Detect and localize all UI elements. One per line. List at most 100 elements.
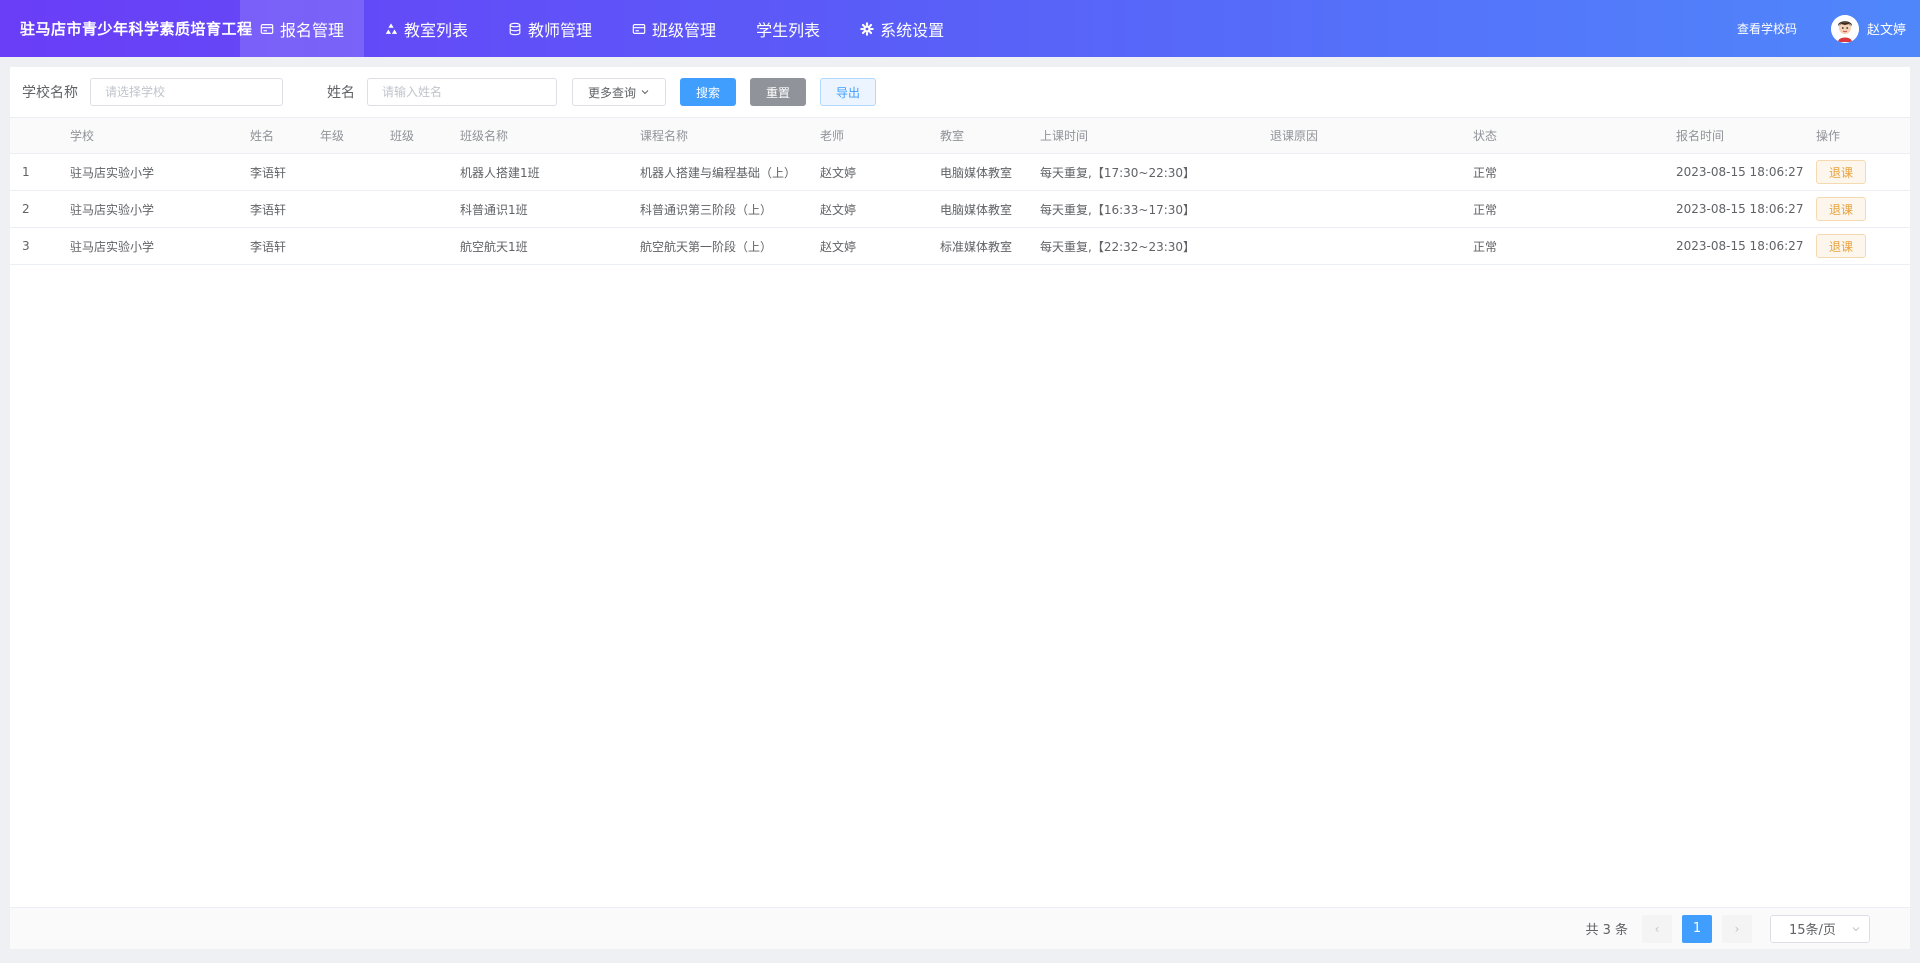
enrollment-table: 学校 姓名 年级 班级 班级名称 课程名称 老师 教室 上课时间 退课原因 状态… [10,117,1910,265]
table-row: 1 驻马店实验小学 李语轩 机器人搭建1班 机器人搭建与编程基础（上） 赵文婷 … [10,154,1910,191]
cell-teacher: 赵文婷 [820,202,857,217]
col-header-grade: 年级 [320,129,345,143]
cell-course: 机器人搭建与编程基础（上） [640,165,797,180]
topbar-right: 查看学校码 赵文婷 [1737,0,1920,57]
main-nav: 报名管理 教室列表 教师管理 班级管理 学生列表 系统设置 [240,0,964,57]
col-header-room: 教室 [940,129,965,143]
cell-status: 正常 [1473,165,1498,180]
name-filter-label: 姓名 [327,85,355,101]
cell-index: 2 [22,202,30,216]
cell-index: 3 [22,239,30,253]
avatar [1830,14,1859,43]
page-size-value: 15条/页 [1789,923,1836,938]
page-number-1[interactable]: 1 [1682,914,1712,943]
cell-signup-time: 2023-08-15 18:06:27 [1676,202,1804,216]
prev-page-button[interactable]: ‹ [1642,914,1672,943]
cell-course: 科普通识第三阶段（上） [640,202,773,217]
cell-room: 电脑媒体教室 [940,202,1013,217]
total-count: 共 3 条 [1585,923,1628,938]
drop-course-button[interactable]: 退课 [1816,160,1867,184]
col-header-action: 操作 [1816,129,1841,143]
cell-course: 航空航天第一阶段（上） [640,239,773,254]
col-header-reason: 退课原因 [1270,129,1319,143]
nav-item-signup[interactable]: 报名管理 [240,0,365,57]
cell-teacher: 赵文婷 [820,165,857,180]
page-size-select[interactable]: 15条/页 [1770,914,1870,943]
drop-course-button[interactable]: 退课 [1816,234,1867,258]
name-input[interactable] [367,78,557,106]
cell-name: 李语轩 [250,202,287,217]
table-header-row: 学校 姓名 年级 班级 班级名称 课程名称 老师 教室 上课时间 退课原因 状态… [10,118,1910,154]
cell-room: 标准媒体教室 [940,239,1013,254]
cell-signup-time: 2023-08-15 18:06:27 [1676,165,1804,179]
cell-school: 驻马店实验小学 [70,165,155,180]
next-page-button[interactable]: › [1722,914,1752,943]
nav-item-label: 教师管理 [528,20,593,40]
view-school-code-link[interactable]: 查看学校码 [1737,20,1797,37]
chevron-down-icon [641,90,649,95]
chevron-down-icon [1852,926,1860,931]
user-menu[interactable]: 赵文婷 [1830,14,1906,43]
cell-class-name: 机器人搭建1班 [460,165,540,180]
cell-class-name: 航空航天1班 [460,239,528,254]
card-icon [260,23,274,34]
school-select[interactable] [90,78,283,106]
drop-course-button[interactable]: 退课 [1816,197,1867,221]
cell-school: 驻马店实验小学 [70,239,155,254]
nav-item-settings[interactable]: 系统设置 [840,0,964,57]
recycle-icon [385,22,398,34]
cell-time: 每天重复,【17:30~22:30】 [1040,165,1196,180]
col-header-course: 课程名称 [640,129,689,143]
cell-action: 退课 [1816,234,1910,258]
export-button[interactable]: 导出 [820,78,877,106]
cell-action: 退课 [1816,197,1910,221]
col-header-time: 上课时间 [1040,129,1089,143]
card-icon [632,23,646,34]
cell-time: 每天重复,【22:32~23:30】 [1040,239,1196,254]
nav-item-classes[interactable]: 班级管理 [612,0,736,57]
cell-signup-time: 2023-08-15 18:06:27 [1676,239,1804,253]
main-panel: 学校名称 姓名 更多查询 搜索 重置 导出 学校 姓名 年级 班级 班级名称 课… [10,67,1910,949]
cell-status: 正常 [1473,202,1498,217]
reset-button[interactable]: 重置 [750,78,807,106]
app-title: 驻马店市青少年科学素质培育工程 [20,20,253,38]
table-row: 3 驻马店实验小学 李语轩 航空航天1班 航空航天第一阶段（上） 赵文婷 标准媒… [10,228,1910,265]
cell-school: 驻马店实验小学 [70,202,155,217]
cell-name: 李语轩 [250,165,287,180]
table-row: 2 驻马店实验小学 李语轩 科普通识1班 科普通识第三阶段（上） 赵文婷 电脑媒… [10,191,1910,228]
pagination: 共 3 条 ‹ 1 › 15条/页 [10,907,1910,949]
avatar-icon [1830,14,1859,43]
cell-status: 正常 [1473,239,1498,254]
col-header-school: 学校 [70,129,95,143]
username: 赵文婷 [1866,23,1906,38]
top-navbar: 驻马店市青少年科学素质培育工程 报名管理 教室列表 教师管理 班级管理 学生列表… [0,0,1920,57]
col-header-name: 姓名 [250,129,275,143]
cell-room: 电脑媒体教室 [940,165,1013,180]
school-filter-label: 学校名称 [22,85,78,101]
cell-action: 退课 [1816,160,1910,184]
nav-item-label: 班级管理 [652,20,717,40]
col-header-signup-time: 报名时间 [1676,129,1725,143]
more-query-label: 更多查询 [588,85,637,100]
col-header-teacher: 老师 [820,129,845,143]
cell-index: 1 [22,165,30,179]
col-header-status: 状态 [1473,129,1498,143]
cell-class-name: 科普通识1班 [460,202,528,217]
nav-item-classrooms[interactable]: 教室列表 [364,0,488,57]
nav-item-label: 教室列表 [404,20,469,40]
cell-name: 李语轩 [250,239,287,254]
cell-teacher: 赵文婷 [820,239,857,254]
gear-icon [860,21,874,36]
search-button[interactable]: 搜索 [680,78,737,106]
more-query-button[interactable]: 更多查询 [572,78,667,106]
nav-item-students[interactable]: 学生列表 [736,0,840,57]
nav-item-label: 学生列表 [756,20,821,40]
nav-item-label: 系统设置 [880,20,945,40]
filter-bar: 学校名称 姓名 更多查询 搜索 重置 导出 [10,67,1910,117]
nav-item-label: 报名管理 [280,20,345,40]
database-icon [509,22,521,35]
col-header-class: 班级 [390,129,415,143]
col-header-class-name: 班级名称 [460,129,509,143]
nav-item-teachers[interactable]: 教师管理 [488,0,612,57]
cell-time: 每天重复,【16:33~17:30】 [1040,202,1196,217]
